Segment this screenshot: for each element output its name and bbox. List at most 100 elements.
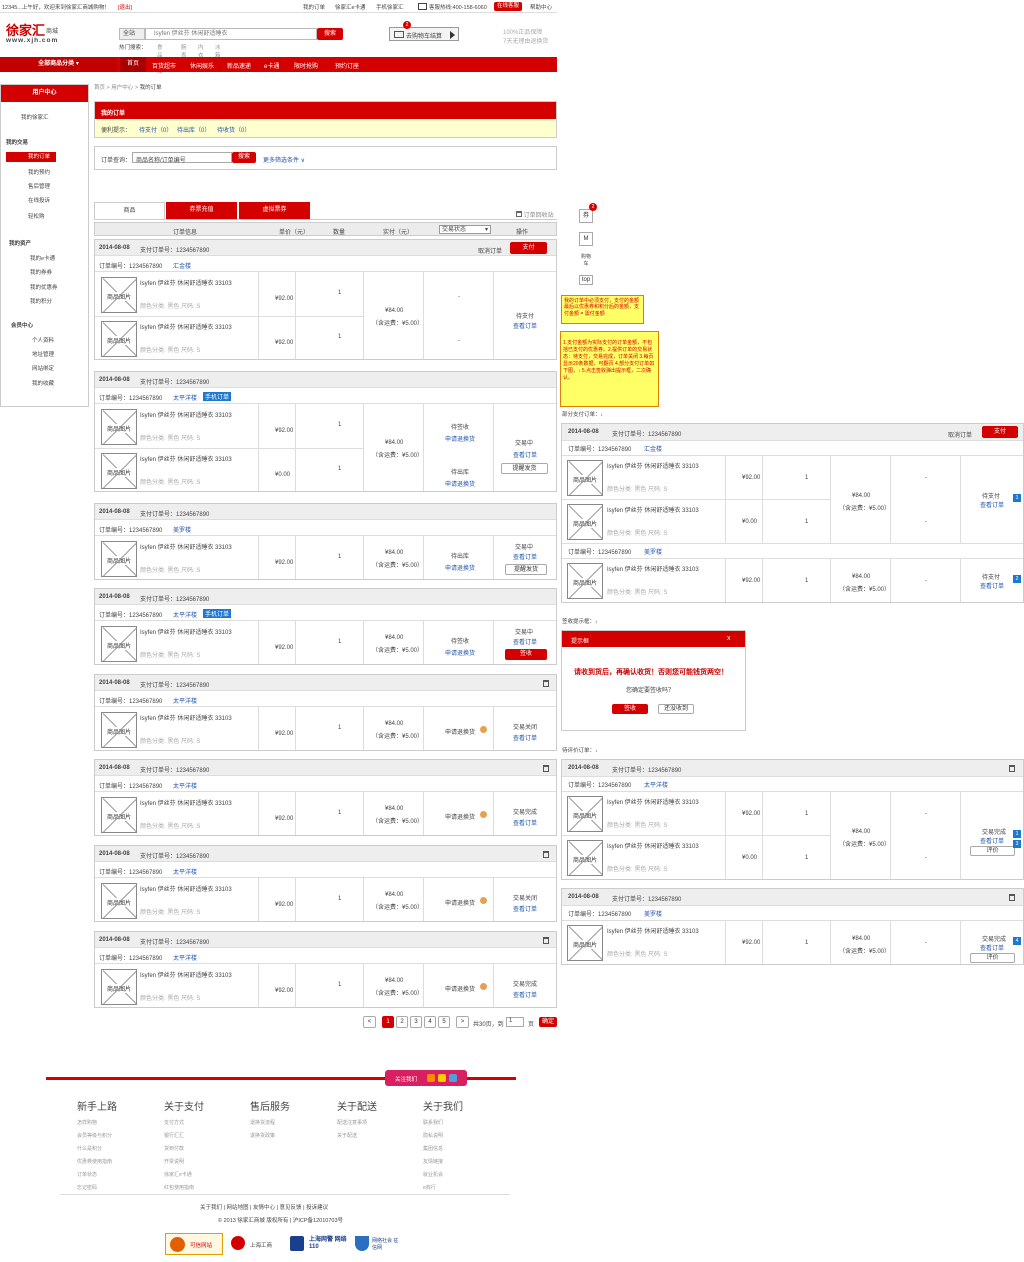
product-name[interactable]: Isyfen 伊丝芬 休闲舒适睡衣 33103 <box>140 970 232 979</box>
footer-link[interactable]: 忘记密码 <box>77 1184 97 1191</box>
page-input[interactable]: 1 <box>506 1017 524 1027</box>
close-icon[interactable]: x <box>727 635 731 642</box>
product-image[interactable]: 商品图片 <box>101 321 137 357</box>
shop-link[interactable]: 太平洋楼 <box>173 610 197 619</box>
next-page-button[interactable]: > <box>456 1016 469 1028</box>
online-service-button[interactable]: 在线客服 <box>494 2 522 11</box>
view-order-link[interactable]: 查看订单 <box>980 500 1004 509</box>
sidebar-item-favorites[interactable]: 我的收藏 <box>1 379 88 387</box>
product-name[interactable]: Isyfen 伊丝芬 休闲舒适睡衣 33103 <box>607 926 699 935</box>
shop-link[interactable]: 太平洋楼 <box>173 696 197 705</box>
cancel-order-link[interactable]: 取消订单 <box>948 430 972 439</box>
footer-link[interactable]: 开票说明 <box>164 1158 184 1165</box>
dialog-not-received-button[interactable]: 还没收到 <box>658 704 694 714</box>
recycle-bin-link[interactable]: 订单回收站 <box>516 210 554 219</box>
sign-button[interactable]: 签收 <box>505 649 547 660</box>
cancel-order-link[interactable]: 取消订单 <box>478 246 502 255</box>
mobile-link[interactable]: 手机徐家汇 <box>376 3 404 11</box>
product-name[interactable]: Isyfen 伊丝芬 休闲舒适睡衣 33103 <box>140 884 232 893</box>
wechat-icon[interactable] <box>449 1074 457 1082</box>
product-image[interactable]: 商品图片 <box>101 626 137 662</box>
view-order-link[interactable]: 查看订单 <box>513 733 537 742</box>
page-button[interactable]: 5 <box>438 1016 450 1028</box>
view-order-link[interactable]: 查看订单 <box>980 943 1004 952</box>
tab-goods[interactable]: 商品 <box>94 202 165 219</box>
page-go-button[interactable]: 确定 <box>539 1017 557 1027</box>
view-order-link[interactable]: 查看订单 <box>513 818 537 827</box>
product-name[interactable]: Isyfen 伊丝芬 休闲舒适睡衣 33103 <box>140 542 232 551</box>
product-image[interactable]: 商品图片 <box>101 883 137 919</box>
sidebar-item-binding[interactable]: 网站绑定 <box>1 364 88 372</box>
sidebar-item-reservations[interactable]: 我的预约 <box>1 168 88 176</box>
sidebar-item-address[interactable]: 地址管理 <box>1 350 88 358</box>
footer-link[interactable]: 什么是积分 <box>77 1145 102 1152</box>
breadcrumb-home[interactable]: 首页 <box>94 85 105 91</box>
sidebar-item-coupons[interactable]: 我的优惠券 <box>1 283 88 291</box>
trash-icon[interactable] <box>543 851 549 858</box>
trash-icon[interactable] <box>543 680 549 687</box>
product-image[interactable]: 商品图片 <box>567 796 603 832</box>
product-name[interactable]: Isyfen 伊丝芬 休闲舒适睡衣 33103 <box>140 322 232 331</box>
product-name[interactable]: Isyfen 伊丝芬 休闲舒适睡衣 33103 <box>140 627 232 636</box>
view-order-link[interactable]: 查看订单 <box>980 836 1004 845</box>
nav-item-reserve[interactable]: 预约订座 <box>335 61 359 70</box>
product-image[interactable]: 商品图片 <box>567 925 603 961</box>
prev-page-button[interactable]: < <box>363 1016 376 1028</box>
info-icon[interactable] <box>480 897 487 904</box>
view-order-link[interactable]: 查看订单 <box>513 904 537 913</box>
view-order-link[interactable]: 查看订单 <box>513 321 537 330</box>
more-filter-link[interactable]: 更多筛选条件 ∨ <box>263 155 305 164</box>
nav-item-home[interactable]: 首页 <box>120 57 146 72</box>
product-image[interactable]: 商品图片 <box>567 504 603 540</box>
product-name[interactable]: Isyfen 伊丝芬 休闲舒适睡衣 33103 <box>607 564 699 573</box>
shop-link[interactable]: 太平洋楼 <box>173 781 197 790</box>
page-button[interactable]: 1 <box>382 1016 394 1028</box>
footer-link[interactable]: 隐私说明 <box>423 1132 443 1139</box>
search-scope-select[interactable]: 全站 <box>119 28 145 40</box>
sidebar-item-easybuy[interactable]: 轻松购 <box>1 212 88 220</box>
tip-unpaid[interactable]: 待支付（0） <box>139 125 172 134</box>
trash-icon[interactable] <box>543 937 549 944</box>
sidebar-item-complaint[interactable]: 在线投诉 <box>1 196 88 204</box>
product-name[interactable]: Isyfen 伊丝芬 休闲舒适睡衣 33103 <box>140 410 232 419</box>
trash-icon[interactable] <box>1009 894 1015 901</box>
page-button[interactable]: 3 <box>410 1016 422 1028</box>
info-icon[interactable] <box>480 811 487 818</box>
sidebar-item-home[interactable]: 我的徐家汇 <box>1 113 88 121</box>
float-top-button[interactable]: top <box>579 275 593 285</box>
float-cart-button[interactable]: 购物车 <box>579 253 593 271</box>
product-name[interactable]: Isyfen 伊丝芬 休闲舒适睡衣 33103 <box>607 461 699 470</box>
search-input[interactable]: Isyfen 伊丝芬 休闲舒适睡衣 <box>145 28 317 40</box>
sidebar-item-tickets[interactable]: 我的券券 <box>1 268 88 276</box>
product-name[interactable]: Isyfen 伊丝芬 休闲舒适睡衣 33103 <box>607 841 699 850</box>
follow-us-banner[interactable]: 关注我们 <box>385 1070 467 1086</box>
footer-link[interactable]: 联系我们 <box>423 1119 443 1126</box>
footer-link[interactable]: 会员等级与积分 <box>77 1132 112 1139</box>
shop-link[interactable]: 汇金楼 <box>644 444 662 453</box>
product-name[interactable]: Isyfen 伊丝芬 休闲舒适睡衣 33103 <box>607 505 699 514</box>
footer-link[interactable]: 配送注意事项 <box>337 1119 367 1126</box>
product-name[interactable]: Isyfen 伊丝芬 休闲舒适睡衣 33103 <box>140 278 232 287</box>
float-m-icon[interactable]: M <box>579 232 593 246</box>
view-order-link[interactable]: 查看订单 <box>980 581 1004 590</box>
trash-icon[interactable] <box>543 765 549 772</box>
nav-item-flash[interactable]: 限时抢购 <box>294 61 318 70</box>
apply-return-link[interactable]: 申请退换货 <box>445 479 475 488</box>
tencent-icon[interactable] <box>438 1074 446 1082</box>
shop-link[interactable]: 汇金楼 <box>173 261 191 270</box>
footer-link[interactable]: 徐家汇e卡通 <box>164 1171 192 1178</box>
apply-return-link[interactable]: 申请退换货 <box>445 648 475 657</box>
product-name[interactable]: Isyfen 伊丝芬 休闲舒适睡衣 33103 <box>140 454 232 463</box>
float-coupon-button[interactable]: 券 <box>579 209 593 223</box>
all-categories-button[interactable]: 全部商品分类 ▾ <box>0 57 117 72</box>
footer-link[interactable]: 投诉建议 <box>306 1205 328 1211</box>
help-link[interactable]: 帮助中心 <box>530 3 552 11</box>
footer-link[interactable]: 关于配送 <box>337 1132 357 1139</box>
trust-badge-aic[interactable]: 上海工商 <box>228 1233 280 1255</box>
footer-link[interactable]: 集团信息 <box>423 1145 443 1152</box>
footer-link[interactable]: 红包使用指南 <box>164 1184 194 1191</box>
review-button[interactable]: 评价 <box>970 846 1015 856</box>
my-orders-link[interactable]: 我的订单 <box>303 3 325 11</box>
footer-link[interactable]: 关于我们 <box>200 1205 222 1211</box>
apply-return-link[interactable]: 申请退换货 <box>445 434 475 443</box>
